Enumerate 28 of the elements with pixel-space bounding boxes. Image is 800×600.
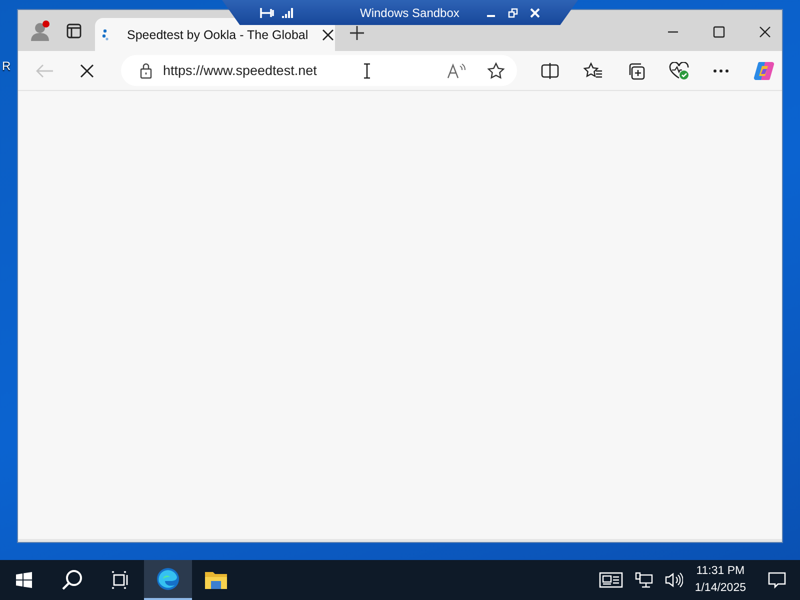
lock-icon bbox=[140, 62, 152, 78]
collections-icon[interactable] bbox=[627, 62, 645, 80]
browser-tab[interactable]: Speedtest by Ookla - The Global bbox=[95, 18, 335, 51]
split-screen-icon[interactable] bbox=[541, 62, 559, 78]
read-aloud-icon[interactable] bbox=[447, 62, 467, 78]
star-icon[interactable] bbox=[487, 62, 505, 80]
close-icon[interactable] bbox=[322, 28, 334, 40]
sandbox-title: Windows Sandbox bbox=[360, 6, 460, 20]
maximize-icon[interactable] bbox=[713, 26, 725, 38]
address-field[interactable]: https://www.speedtest.net bbox=[121, 55, 517, 86]
favorites-icon[interactable] bbox=[583, 62, 603, 80]
more-icon[interactable] bbox=[713, 68, 729, 72]
heart-check-icon[interactable] bbox=[669, 62, 689, 80]
close-icon[interactable] bbox=[759, 26, 771, 38]
text-cursor-icon bbox=[362, 62, 371, 78]
tab-actions-icon[interactable] bbox=[66, 23, 82, 39]
restore-icon[interactable] bbox=[508, 8, 518, 18]
browser-logo-icon bbox=[156, 567, 180, 591]
desktop-icon-label[interactable]: R bbox=[2, 59, 11, 73]
connection-bars-icon[interactable] bbox=[282, 6, 294, 18]
clock-date[interactable]: 1/14/2025 bbox=[694, 580, 746, 597]
profile-icon[interactable] bbox=[29, 20, 51, 42]
clock-time[interactable]: 11:31 PM bbox=[696, 563, 745, 580]
new-tab-icon[interactable] bbox=[349, 25, 365, 41]
browser-taskbar-button[interactable] bbox=[144, 560, 192, 600]
copilot-icon[interactable] bbox=[753, 60, 775, 82]
pin-icon[interactable] bbox=[260, 6, 274, 18]
stop-icon[interactable] bbox=[80, 64, 94, 78]
